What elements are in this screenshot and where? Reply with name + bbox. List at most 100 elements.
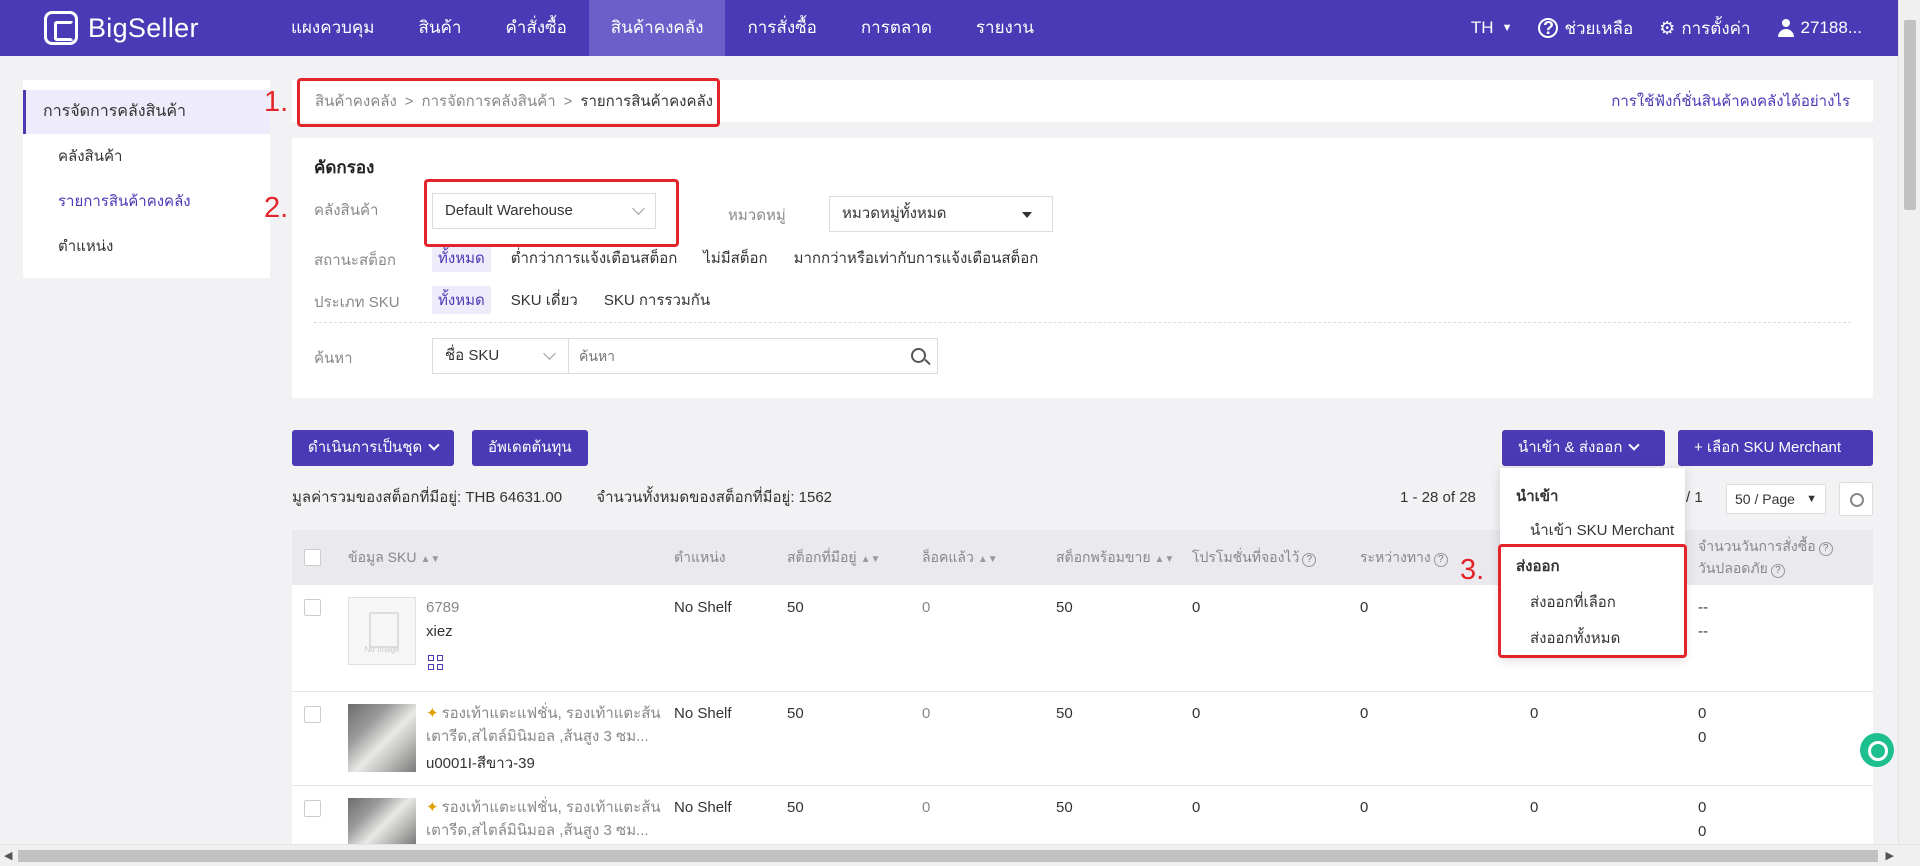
horizontal-scrollbar[interactable]: ◀ ▶ xyxy=(0,844,1920,866)
product-thumbnail[interactable] xyxy=(348,704,416,772)
search-input[interactable] xyxy=(569,339,903,373)
locked-value[interactable]: 0 xyxy=(922,705,930,722)
scrollbar-thumb[interactable] xyxy=(1904,20,1916,210)
settings-label: การตั้งค่า xyxy=(1681,18,1751,38)
help-guide-link[interactable]: การใช้ฟังก์ชั่นสินค้าคงคลังได้อย่างไร xyxy=(1611,89,1850,113)
sku-type-options: ทั้งหมด SKU เดี่ยว SKU การรวมกัน xyxy=(432,286,730,314)
import-merchant-sku-item[interactable]: นำเข้า SKU Merchant xyxy=(1530,518,1674,542)
available-value: 50 xyxy=(787,799,804,816)
user-menu[interactable]: 27188... xyxy=(1777,18,1862,38)
select-merchant-sku-button[interactable]: + เลือก SKU Merchant xyxy=(1678,430,1873,466)
pagination-range: 1 - 28 of 28 xyxy=(1400,489,1476,506)
annotation-box-export xyxy=(1498,544,1687,658)
vertical-scrollbar[interactable] xyxy=(1898,0,1920,844)
product-title-text: รองเท้าแตะแฟชั่น, รองเท้าแตะส้นเตารีด,สไ… xyxy=(426,705,661,745)
location-value: No Shelf xyxy=(674,799,732,816)
sidebar-item-warehouse[interactable]: คลังสินค้า xyxy=(23,134,270,179)
row-checkbox[interactable] xyxy=(304,800,321,817)
annotation-number-1: 1. xyxy=(264,86,289,118)
location-value: No Shelf xyxy=(674,599,732,616)
sellable-value: 50 xyxy=(1056,705,1073,722)
column-settings-button[interactable] xyxy=(1839,482,1873,516)
nav-reports[interactable]: รายงาน xyxy=(954,0,1056,56)
nav-marketing[interactable]: การตลาด xyxy=(839,0,954,56)
category-value: หมวดหมู่ทั้งหมด xyxy=(842,205,947,222)
row-checkbox[interactable] xyxy=(304,599,321,616)
language-selector[interactable]: TH ▼ xyxy=(1471,18,1513,38)
col-locked[interactable]: ล็อคแล้ว ▲▼ xyxy=(922,547,998,569)
sidebar-header[interactable]: การจัดการคลังสินค้า xyxy=(23,90,270,134)
days-order-value: 0 xyxy=(1698,705,1707,722)
search-label: ค้นหา xyxy=(314,350,353,367)
per-page-value: 50 / Page xyxy=(1735,491,1795,507)
batch-actions-button[interactable]: ดำเนินการเป็นชุด xyxy=(292,430,455,466)
category-select[interactable]: หมวดหมู่ทั้งหมด xyxy=(829,196,1053,232)
bigseller-logo-icon xyxy=(44,11,78,45)
update-cost-button[interactable]: อัพเดตต้นทุน xyxy=(472,430,588,466)
help-icon[interactable]: ? xyxy=(1302,553,1317,567)
days-order-value: -- xyxy=(1698,599,1708,616)
location-value: No Shelf xyxy=(674,705,732,722)
scroll-left-icon[interactable]: ◀ xyxy=(4,849,12,862)
col-sku-info[interactable]: ข้อมูล SKU ▲▼ xyxy=(348,547,440,569)
col-available-label: สต็อกที่มีอยู่ xyxy=(787,549,857,565)
combo-grid-icon[interactable] xyxy=(428,655,444,671)
chat-support-icon[interactable] xyxy=(1860,733,1894,767)
col-sku-info-label: ข้อมูล SKU xyxy=(348,549,417,565)
locked-value[interactable]: 0 xyxy=(922,799,930,816)
col-available[interactable]: สต็อกที่มีอยู่ ▲▼ xyxy=(787,547,880,569)
stock-status-all[interactable]: ทั้งหมด xyxy=(432,244,491,272)
row-checkbox[interactable] xyxy=(304,706,321,723)
sku-type-all[interactable]: ทั้งหมด xyxy=(432,286,491,314)
col-days: จำนวนวันการสั่งซื้อ? วันปลอดภัย? xyxy=(1698,535,1833,579)
table-row: ✦ รองเท้าแตะแฟชั่น, รองเท้าแตะส้นเตารีด,ส… xyxy=(292,786,1873,844)
top-navigation-bar: BigSeller แผงควบคุม สินค้า คำสั่งซื้อ สิ… xyxy=(0,0,1898,56)
search-box: ชื่อ SKU xyxy=(432,338,938,374)
bigseller-logo[interactable]: BigSeller xyxy=(44,11,269,45)
transit-value: 0 xyxy=(1360,705,1369,722)
gear-icon: ⚙ xyxy=(1659,17,1676,38)
brand-name: BigSeller xyxy=(88,12,199,43)
scrollbar-thumb[interactable] xyxy=(18,850,1878,862)
table-row: ✦ รองเท้าแตะแฟชั่น, รองเท้าแตะส้นเตารีด,ส… xyxy=(292,692,1873,786)
help-icon: ? xyxy=(1538,18,1559,38)
locked-value[interactable]: 0 xyxy=(922,599,930,616)
search-field-value: ชื่อ SKU xyxy=(445,347,500,364)
nav-purchasing[interactable]: การสั่งซื้อ xyxy=(725,0,838,56)
sku-type-combined[interactable]: SKU การรวมกัน xyxy=(598,286,716,314)
sort-icon: ▲▼ xyxy=(420,554,441,565)
nav-dashboard[interactable]: แผงควบคุม xyxy=(269,0,397,56)
promo-value: 0 xyxy=(1192,705,1201,722)
extra-value: 0 xyxy=(1530,799,1539,816)
stock-status-out-of-stock[interactable]: ไม่มีสต็อก xyxy=(697,244,773,272)
help-link[interactable]: ? ช่วยเหลือ xyxy=(1538,15,1633,42)
nav-products[interactable]: สินค้า xyxy=(397,0,484,56)
product-title[interactable]: ✦ รองเท้าแตะแฟชั่น, รองเท้าแตะส้นเตารีด,ส… xyxy=(426,702,671,748)
page-total: / 1 xyxy=(1686,489,1703,506)
annotation-box-warehouse xyxy=(424,179,679,247)
batch-actions-label: ดำเนินการเป็นชุด xyxy=(308,439,423,456)
nav-orders[interactable]: คำสั่งซื้อ xyxy=(483,0,588,56)
search-field-select[interactable]: ชื่อ SKU xyxy=(433,339,569,373)
settings-link[interactable]: ⚙ การตั้งค่า xyxy=(1659,15,1750,42)
product-title[interactable]: ✦ รองเท้าแตะแฟชั่น, รองเท้าแตะส้นเตารีด,ส… xyxy=(426,796,671,844)
product-thumbnail[interactable] xyxy=(348,798,416,844)
sku-type-single[interactable]: SKU เดี่ยว xyxy=(505,286,584,314)
sku-code[interactable]: 6789 xyxy=(426,599,459,616)
sidebar-item-inventory-list[interactable]: รายการสินค้าคงคลัง xyxy=(23,179,270,224)
per-page-select[interactable]: 50 / Page ▼ xyxy=(1726,484,1826,514)
select-all-checkbox[interactable] xyxy=(304,549,321,566)
stock-status-above-alert[interactable]: มากกว่าหรือเท่ากับการแจ้งเตือนสต็อก xyxy=(788,244,1045,272)
warehouse-label: คลังสินค้า xyxy=(314,202,379,219)
sidebar-item-location[interactable]: ตำแหน่ง xyxy=(23,224,270,269)
promo-value: 0 xyxy=(1192,599,1201,616)
nav-inventory[interactable]: สินค้าคงคลัง xyxy=(588,0,726,56)
help-icon[interactable]: ? xyxy=(1818,542,1833,556)
search-icon[interactable] xyxy=(903,339,937,373)
stock-status-below-alert[interactable]: ต่ำกว่าการแจ้งเตือนสต็อก xyxy=(505,244,684,272)
help-icon[interactable]: ? xyxy=(1433,553,1448,567)
import-export-button[interactable]: นำเข้า & ส่งออก xyxy=(1502,430,1665,466)
scroll-right-icon[interactable]: ▶ xyxy=(1886,849,1894,862)
help-icon[interactable]: ? xyxy=(1770,564,1785,578)
col-sellable[interactable]: สต็อกพร้อมขาย ▲▼ xyxy=(1056,547,1174,569)
